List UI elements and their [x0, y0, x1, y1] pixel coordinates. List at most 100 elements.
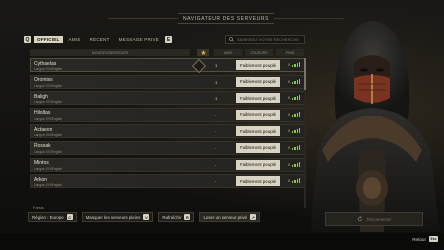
table-row[interactable]: Mintos Langue: EN/English - Faiblement p… [30, 157, 305, 172]
server-language: Langue: EN/English [34, 83, 63, 88]
tab-bar: Q OFFICIEL AMIS RECENT MESSAGE PRIVE E [24, 35, 173, 44]
partial-row-label: Farsis [33, 205, 44, 210]
header-favorite[interactable] [197, 49, 209, 56]
server-ping: 0 [288, 62, 301, 67]
ping-value: 0 [288, 96, 291, 101]
signal-bars-icon [292, 78, 301, 84]
server-ping: 0 [288, 111, 301, 117]
server-language: Langue: EN/English [34, 67, 63, 71]
server-language: Langue: EN/English [34, 100, 63, 105]
server-name: Cythaelas [34, 60, 57, 67]
signal-bars-icon [292, 128, 301, 134]
ping-value: 0 [288, 79, 291, 84]
region-label: Région : Europe [32, 214, 64, 220]
server-population: Faiblement peuplé [236, 109, 280, 120]
server-friends: - [215, 129, 217, 135]
refresh-key: R [184, 214, 191, 220]
server-ping: 0 [288, 178, 301, 184]
server-name: Arkon [34, 176, 48, 183]
refresh-button[interactable]: Rafraîchir R [158, 212, 195, 222]
server-language: Langue: EN/English [34, 166, 63, 171]
server-population: Faiblement peuplé [236, 159, 280, 170]
bottom-toolbar: Région : Europe C Masquer les serveurs p… [28, 212, 261, 222]
ping-value: 0 [288, 63, 291, 67]
hooded-character-illustration [310, 21, 440, 232]
join-key: ↗ [250, 214, 257, 220]
header-world[interactable]: MONDES/SERVEURS [30, 49, 190, 56]
hide-full-label: Masquer les serveurs pleins [85, 214, 141, 220]
table-row[interactable]: Arkon Langue: EN/English - Faiblement pe… [30, 174, 305, 189]
reconnect-label: Reconnecter [366, 216, 392, 222]
server-ping: 0 [288, 78, 301, 84]
server-population: Faiblement peuplé [236, 60, 280, 70]
server-population: Faiblement peuplé [236, 76, 280, 87]
server-name: Actaeon [34, 126, 53, 133]
server-name: Baligh [34, 93, 48, 100]
header-population[interactable]: JOUEURS [245, 49, 273, 56]
table-row[interactable]: Actaeon Langue: EN/English - Faiblement … [30, 124, 305, 139]
header-players[interactable]: AMIS [214, 49, 242, 56]
signal-bars-icon [292, 161, 301, 167]
back-key: Esc [429, 236, 438, 242]
server-friends: 1 [215, 63, 218, 68]
server-population: Faiblement peuplé [236, 142, 280, 153]
signal-bars-icon [292, 178, 301, 184]
join-label: Loser un serveur privé [203, 214, 248, 220]
server-population: Faiblement peuplé [236, 176, 280, 187]
table-row[interactable]: Hiloltas Langue: EN/English - Faiblement… [30, 107, 305, 122]
reconnect-icon [357, 216, 362, 222]
signal-bars-icon [292, 95, 301, 101]
server-friends: - [215, 112, 217, 118]
tab-officiel[interactable]: OFFICIEL [34, 36, 63, 43]
table-row[interactable]: Baligh Langue: EN/English 1 Faiblement p… [30, 91, 305, 106]
server-list: Cythaelas Langue: EN/English 1 Faiblemen… [30, 58, 305, 191]
search-input[interactable]: SAISISSEZ VOTRE RECHERCHE [225, 35, 305, 44]
ping-value: 0 [288, 162, 291, 167]
server-friends: 1 [215, 96, 218, 102]
server-name: Mintos [34, 160, 49, 167]
table-row[interactable]: Cythaelas Langue: EN/English 1 Faiblemen… [30, 58, 305, 72]
server-population: Faiblement peuplé [236, 126, 280, 137]
ping-value: 0 [288, 129, 291, 134]
server-language: Langue: EN/English [34, 133, 63, 138]
server-name: Oromiss [34, 77, 53, 84]
region-button[interactable]: Région : Europe C [28, 212, 77, 222]
back-label: Retour [412, 236, 426, 242]
server-name: Hiloltas [34, 110, 51, 117]
footer-bar [0, 233, 444, 250]
table-row[interactable]: Oromiss Langue: EN/English 1 Faiblement … [30, 74, 305, 89]
server-name: Rossak [34, 143, 51, 150]
table-row[interactable]: Rossak Langue: EN/English - Faiblement p… [30, 140, 305, 155]
ping-value: 0 [288, 179, 291, 184]
server-friends: - [215, 179, 217, 185]
search-placeholder: SAISISSEZ VOTRE RECHERCHE [237, 37, 300, 42]
server-friends: - [215, 162, 217, 168]
server-population: Faiblement peuplé [236, 93, 280, 104]
server-friends: 1 [215, 79, 218, 85]
hide-full-servers-button[interactable]: Masquer les serveurs pleins V [81, 212, 154, 222]
star-icon [200, 50, 206, 55]
signal-bars-icon [292, 111, 301, 117]
server-language: Langue: EN/English [34, 183, 63, 188]
refresh-label: Rafraîchir [162, 214, 182, 220]
header-ping[interactable]: PING [276, 49, 304, 56]
signal-bars-icon [292, 144, 301, 150]
ping-value: 0 [288, 145, 291, 150]
tab-recent[interactable]: RECENT [87, 36, 113, 43]
signal-bars-icon [292, 62, 301, 67]
hide-full-key: V [143, 214, 150, 220]
tab-message-prive[interactable]: MESSAGE PRIVE [116, 36, 162, 43]
join-private-server-button[interactable]: Loser un serveur privé ↗ [199, 212, 261, 222]
tab-prev-key[interactable]: Q [24, 36, 31, 43]
server-language: Langue: EN/English [34, 149, 63, 154]
scrollbar-thumb[interactable] [304, 58, 306, 90]
tab-next-key[interactable]: E [165, 36, 173, 43]
server-ping: 0 [288, 95, 301, 101]
tab-amis[interactable]: AMIS [66, 36, 84, 43]
server-ping: 0 [288, 161, 301, 167]
reconnect-button[interactable]: Reconnecter [325, 212, 423, 226]
server-ping: 0 [288, 144, 301, 150]
search-icon [229, 37, 234, 42]
server-language: Langue: EN/English [34, 116, 63, 121]
back-button[interactable]: Retour Esc [412, 236, 438, 242]
